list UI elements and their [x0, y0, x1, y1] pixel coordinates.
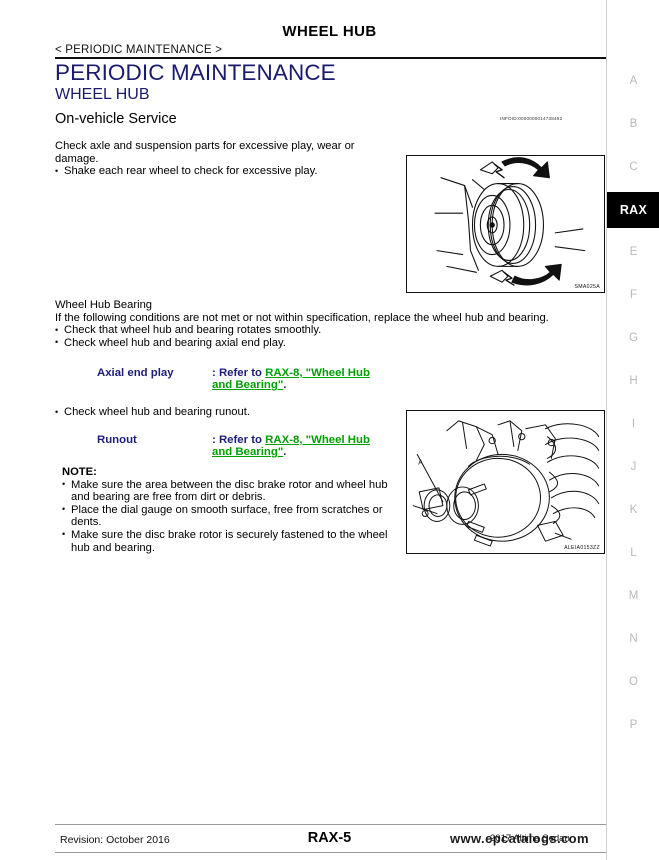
figure-code: ALEIA0153ZZ [564, 545, 600, 551]
tab-h[interactable]: H [607, 370, 659, 393]
list-item: Make sure the disc brake rotor is secure… [62, 528, 402, 554]
note-block: NOTE: Make sure the area between the dis… [62, 466, 402, 554]
bearing-lead: If the following conditions are not met … [55, 311, 549, 324]
tab-j[interactable]: J [607, 456, 659, 479]
intro-lead: Check axle and suspension parts for exce… [55, 140, 355, 165]
tab-i[interactable]: I [607, 413, 659, 436]
tab-e[interactable]: E [607, 241, 659, 264]
header-divider [55, 57, 606, 59]
note-label: NOTE: [62, 466, 97, 478]
footer-divider-top [55, 824, 606, 825]
figure-wheel-hub-runout-measurement: A ALEIA0153ZZ [406, 410, 605, 554]
tab-l[interactable]: L [607, 542, 659, 565]
service-manual-page: WHEEL HUB < PERIODIC MAINTENANCE > PERIO… [0, 0, 659, 860]
tab-rax[interactable]: RAX [607, 192, 659, 228]
list-item: Shake each rear wheel to check for exces… [55, 165, 400, 178]
footer-divider-bottom [55, 852, 606, 853]
list-item: Make sure the area between the disc brak… [62, 478, 402, 504]
tab-k[interactable]: K [607, 499, 659, 522]
svg-text:A: A [418, 459, 423, 466]
figure-code: SMA025A [574, 284, 600, 290]
spec-label: Runout [97, 434, 137, 446]
spec-refer-suffix: . [283, 379, 287, 392]
spec-row-axial-end-play: Axial end play : Refer to RAX-8, "Wheel … [97, 367, 397, 395]
tab-m[interactable]: M [607, 585, 659, 608]
list-item: Check wheel hub and bearing runout. [55, 406, 395, 419]
runout-text-block: Check wheel hub and bearing runout. [55, 406, 395, 419]
intro-text-block: Check axle and suspension parts for exce… [55, 140, 400, 178]
spec-value: : Refer to RAX-8, "Wheel Hub and Bearing… [212, 434, 392, 459]
list-item: Place the dial gauge on smooth surface, … [62, 503, 402, 529]
watermark: www.epcatalogs.com [450, 831, 589, 846]
bearing-text-block: Wheel Hub Bearing If the following condi… [55, 299, 560, 349]
list-item: Check wheel hub and bearing axial end pl… [55, 336, 560, 350]
tab-f[interactable]: F [607, 284, 659, 307]
spec-value: : Refer to RAX-8, "Wheel Hub and Bearing… [212, 367, 392, 392]
spec-refer-suffix: . [283, 446, 287, 459]
tab-a[interactable]: A [607, 70, 659, 93]
tab-o[interactable]: O [607, 671, 659, 694]
index-tab-rail: A B C RAX E F G H I J K L M N O P [606, 0, 659, 860]
breadcrumb: < PERIODIC MAINTENANCE > [55, 44, 223, 56]
service-heading: On-vehicle Service [55, 111, 177, 127]
tab-c[interactable]: C [607, 156, 659, 179]
spec-row-runout: Runout : Refer to RAX-8, "Wheel Hub and … [97, 434, 397, 462]
tab-p[interactable]: P [607, 714, 659, 737]
list-item: Check that wheel hub and bearing rotates… [55, 324, 560, 337]
spec-refer-prefix: : Refer to [212, 367, 266, 379]
figure-rear-wheel-shake-check: SMA025A [406, 155, 605, 293]
tab-n[interactable]: N [607, 628, 659, 651]
bearing-heading: Wheel Hub Bearing [55, 299, 153, 311]
page-title: PERIODIC MAINTENANCE [55, 60, 336, 85]
page-subtitle: WHEEL HUB [55, 86, 150, 103]
tab-g[interactable]: G [607, 327, 659, 350]
running-head: WHEEL HUB [282, 23, 377, 40]
spec-label: Axial end play [97, 367, 174, 379]
spec-refer-prefix: : Refer to [212, 434, 266, 446]
tab-b[interactable]: B [607, 113, 659, 136]
infoid-label: INFOID:0000000014738492 [500, 116, 563, 121]
